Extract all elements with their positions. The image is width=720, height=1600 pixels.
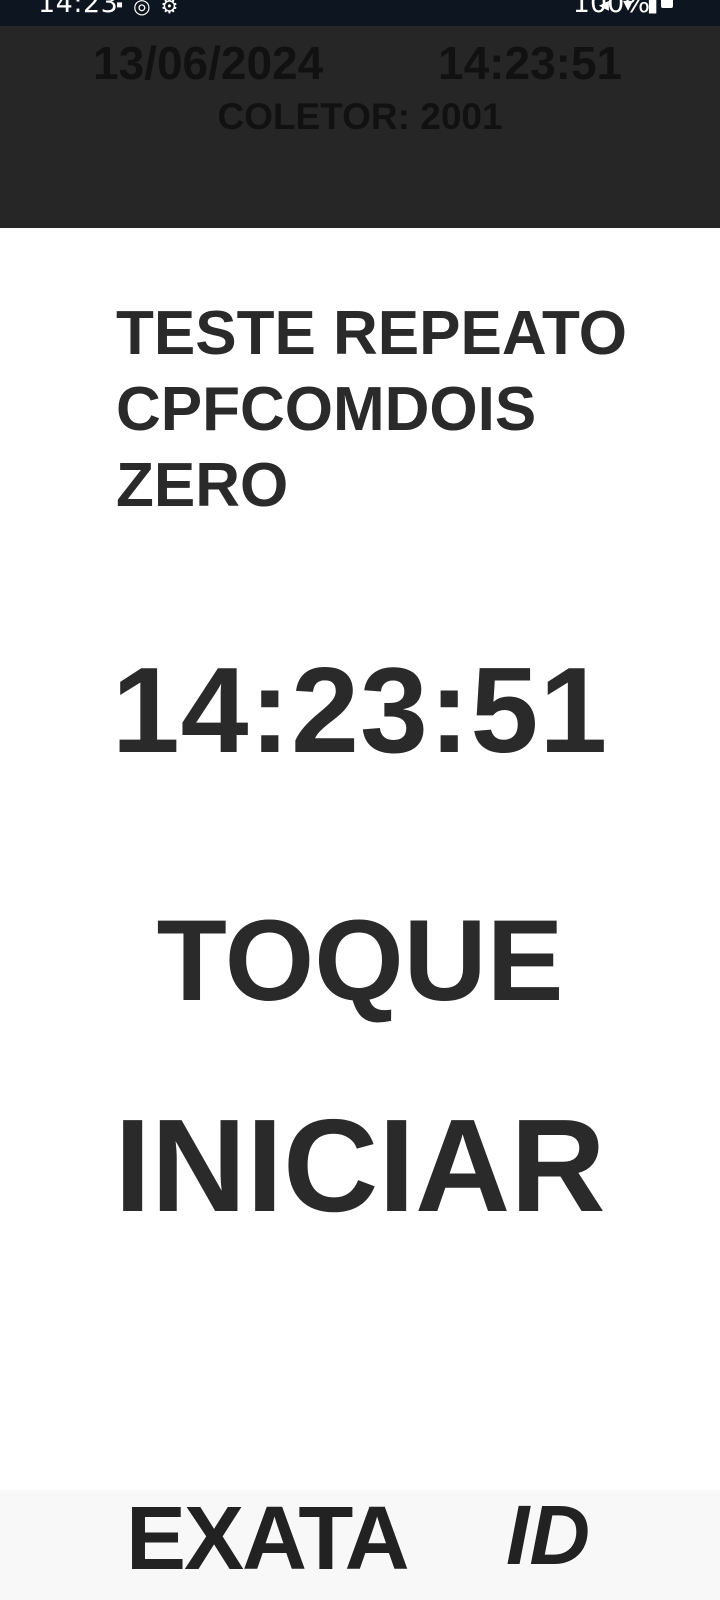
- current-time: 14:23:51: [111, 642, 609, 778]
- status-time: 14:23: [38, 0, 119, 19]
- header-bar: 13/06/2024 14:23:51 COLETOR: 2001: [0, 26, 720, 228]
- instruction-touch[interactable]: TOQUE: [0, 895, 720, 1027]
- app-icon: ◎: [133, 0, 151, 18]
- status-icons-left: ▪ ◎ ⚙: [116, 0, 178, 19]
- status-bar: 14:23 ▪ ◎ ⚙ ◂ ▾ ▮ 100%: [0, 0, 720, 26]
- settings-icon: ⚙: [160, 0, 179, 18]
- notification-icon: ▪: [116, 0, 124, 16]
- header-date: 13/06/2024: [93, 37, 324, 89]
- header-time: 14:23:51: [438, 37, 623, 89]
- battery-icon: [661, 0, 673, 8]
- logo-text: EXATA: [126, 1500, 410, 1589]
- brand-logo: EXATA ID: [126, 1500, 596, 1600]
- collector-label: COLETOR: 2001: [217, 96, 503, 137]
- start-button[interactable]: INICIAR: [0, 1090, 720, 1241]
- logo-suffix: ID: [506, 1500, 590, 1582]
- footer: EXATA ID: [0, 1490, 720, 1600]
- battery-percent: 100%: [572, 0, 650, 19]
- employee-name: TESTE REPEATO CPFCOMDOIS ZERO: [116, 299, 628, 520]
